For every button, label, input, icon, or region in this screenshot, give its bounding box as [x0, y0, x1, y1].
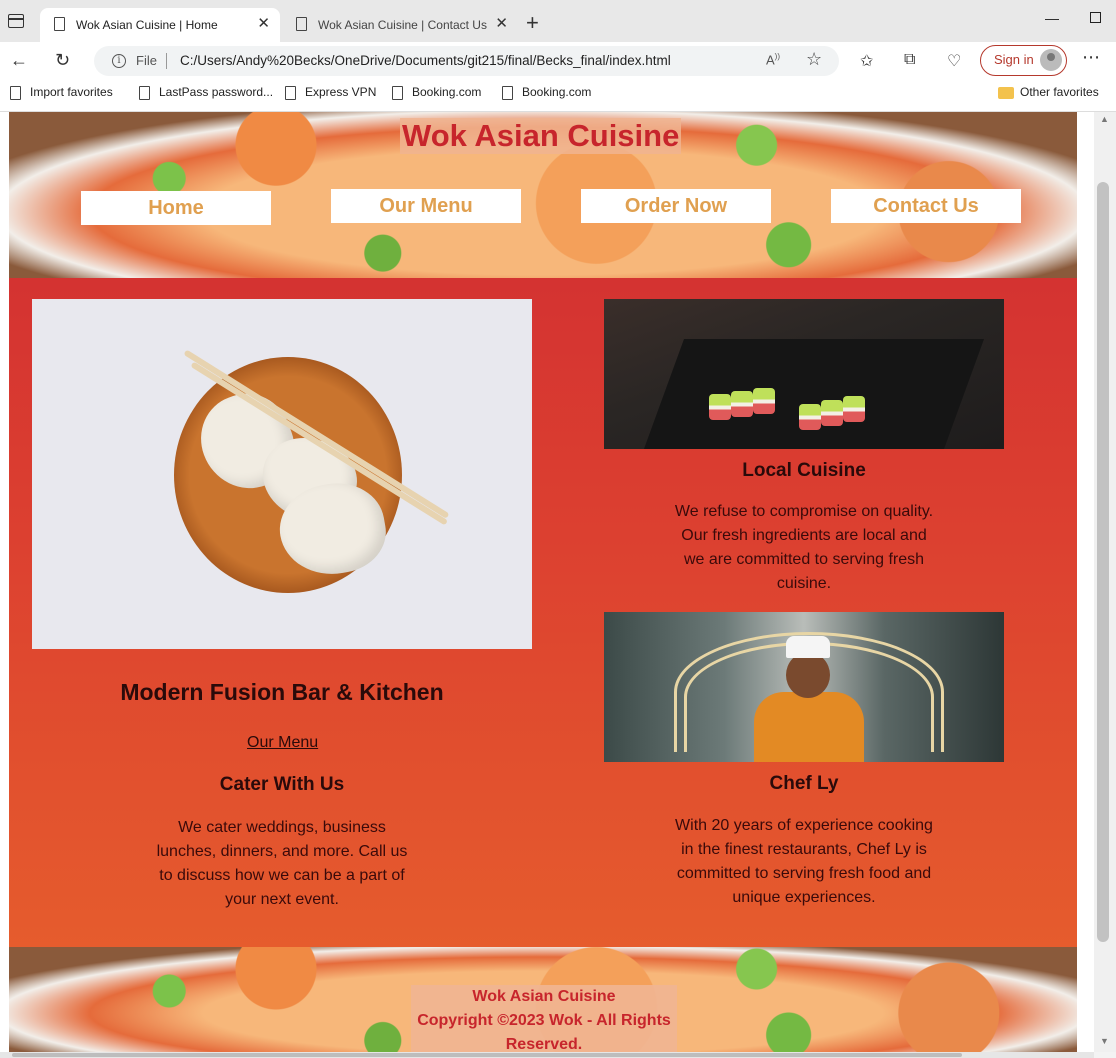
scroll-thumb[interactable] [1097, 182, 1109, 942]
favorite-booking-1[interactable]: Booking.com [390, 85, 482, 100]
close-icon[interactable]: ✕ [257, 14, 270, 32]
more-options-icon[interactable]: ⋯ [1082, 47, 1100, 68]
read-aloud-icon[interactable]: A)) [766, 52, 780, 67]
page-icon [392, 86, 403, 100]
browser-toolbar: ← ↻ i File C:/Users/Andy%20Becks/OneDriv… [0, 42, 1116, 80]
nav-our-menu[interactable]: Our Menu [331, 189, 521, 223]
new-tab-icon[interactable]: + [526, 12, 539, 34]
horizontal-scroll-thumb[interactable] [12, 1053, 962, 1057]
chef-body [754, 692, 864, 762]
sushi-roll [821, 400, 843, 426]
nav-home[interactable]: Home [81, 191, 271, 225]
refresh-icon[interactable]: ↻ [55, 50, 70, 71]
favorite-import[interactable]: Import favorites [8, 85, 113, 100]
sushi-roll [843, 396, 865, 422]
nav-contact-us[interactable]: Contact Us [831, 189, 1021, 223]
favorite-label: Import favorites [30, 85, 113, 99]
divider [166, 53, 167, 69]
favorites-icon[interactable]: ✩ [860, 51, 873, 71]
sushi-image [604, 299, 1004, 449]
address-bar[interactable]: i File C:/Users/Andy%20Becks/OneDrive/Do… [94, 46, 839, 76]
sushi-roll [731, 391, 753, 417]
minimize-icon[interactable]: — [1045, 10, 1059, 26]
url-text[interactable]: C:/Users/Andy%20Becks/OneDrive/Documents… [180, 53, 671, 68]
import-icon [10, 86, 21, 100]
fusion-heading: Modern Fusion Bar & Kitchen [120, 679, 444, 705]
footer-box: Wok Asian Cuisine Copyright ©2023 Wok - … [411, 985, 677, 1052]
tab-home[interactable]: Wok Asian Cuisine | Home ✕ [40, 8, 280, 42]
page-icon [502, 86, 513, 100]
site-title: Wok Asian Cuisine [400, 118, 682, 154]
scheme-label: File [136, 53, 157, 68]
back-icon[interactable]: ← [10, 50, 28, 71]
favorite-label: Booking.com [522, 85, 592, 99]
other-favorites[interactable]: Other favorites [998, 85, 1099, 99]
horizontal-scrollbar[interactable] [0, 1052, 1094, 1058]
scroll-down-icon[interactable]: ▼ [1100, 1036, 1109, 1046]
tab-title: Wok Asian Cuisine | Home [76, 18, 218, 32]
browser-tab-bar: Wok Asian Cuisine | Home ✕ Wok Asian Cui… [0, 0, 1116, 42]
avatar-icon [1040, 49, 1062, 71]
favorite-booking-2[interactable]: Booking.com [500, 85, 592, 100]
page-body: Wok Asian Cuisine Home Our Menu Order No… [9, 112, 1077, 1052]
cater-heading: Cater With Us [219, 774, 345, 795]
footer-name: Wok Asian Cuisine [472, 988, 616, 1005]
sushi-roll [799, 404, 821, 430]
favorite-label: Express VPN [305, 85, 377, 99]
favorite-label: Booking.com [412, 85, 482, 99]
nav-order-now[interactable]: Order Now [581, 189, 771, 223]
footer-banner: Wok Asian Cuisine Copyright ©2023 Wok - … [9, 947, 1077, 1052]
chef-heading: Chef Ly [769, 773, 839, 794]
sushi-roll [753, 388, 775, 414]
favorite-label: Other favorites [1020, 85, 1099, 99]
tab-title: Wok Asian Cuisine | Contact Us [318, 18, 487, 32]
our-menu-link[interactable]: Our Menu [247, 734, 318, 752]
browser-essentials-icon[interactable]: ♡ [947, 51, 961, 71]
chef-hat [786, 636, 830, 658]
favorite-label: LastPass password... [159, 85, 274, 99]
favorites-bar: Import favorites LastPass password... Ex… [0, 80, 1116, 112]
page-icon [139, 86, 150, 100]
tab-actions-icon[interactable] [8, 14, 24, 28]
close-icon[interactable]: ✕ [495, 14, 508, 32]
favorite-star-icon[interactable]: ☆ [806, 49, 822, 70]
cater-text: We cater weddings, business lunches, din… [156, 819, 408, 908]
vertical-scrollbar[interactable]: ▲ ▼ [1094, 112, 1116, 1052]
local-cuisine-heading: Local Cuisine [742, 460, 866, 481]
chef-image [604, 612, 1004, 762]
chef-head [786, 652, 830, 698]
collections-icon[interactable]: ⧉ [904, 51, 915, 69]
page-icon [285, 86, 296, 100]
sign-in-label: Sign in [994, 52, 1034, 67]
sushi-roll [709, 394, 731, 420]
favorite-expressvpn[interactable]: Express VPN [283, 85, 377, 100]
page-icon [296, 17, 307, 31]
scroll-up-icon[interactable]: ▲ [1100, 114, 1109, 124]
info-icon[interactable]: i [112, 54, 126, 68]
tab-contact-us[interactable]: Wok Asian Cuisine | Contact Us ✕ [282, 8, 518, 42]
maximize-icon[interactable] [1090, 12, 1101, 23]
page-icon [54, 17, 65, 31]
slate-plate [643, 339, 985, 449]
sign-in-button[interactable]: Sign in [980, 45, 1067, 76]
local-cuisine-text: We refuse to compromise on quality. Our … [674, 503, 934, 592]
header-banner: Wok Asian Cuisine Home Our Menu Order No… [9, 112, 1077, 278]
page-viewport: Wok Asian Cuisine Home Our Menu Order No… [0, 112, 1094, 1052]
chef-text: With 20 years of experience cooking in t… [675, 817, 933, 906]
folder-icon [998, 87, 1014, 99]
footer-copyright: Copyright ©2023 Wok - All Rights Reserve… [417, 1012, 671, 1052]
favorite-lastpass[interactable]: LastPass password... [137, 85, 274, 100]
dumpling-image [32, 299, 532, 649]
